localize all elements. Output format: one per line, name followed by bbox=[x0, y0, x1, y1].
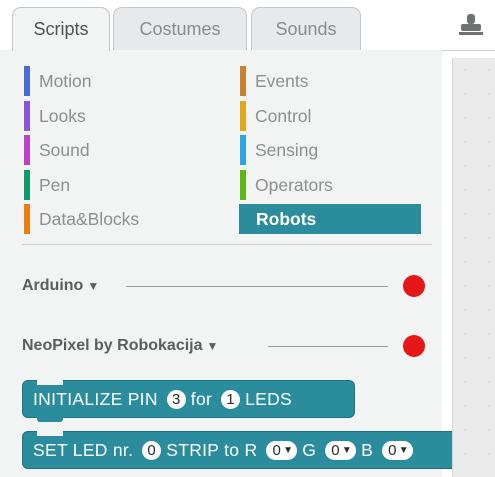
category-label: Data&Blocks bbox=[39, 208, 140, 229]
category-label: Sensing bbox=[255, 139, 319, 160]
block-palette: Motion Looks Sound Pen Data&Blocks Event… bbox=[0, 50, 488, 477]
script-area[interactable] bbox=[452, 58, 495, 477]
block-bump bbox=[37, 417, 63, 422]
green-value: 0 bbox=[331, 441, 340, 459]
category-looks[interactable]: Looks bbox=[24, 101, 86, 131]
led-count-input[interactable]: 1 bbox=[221, 389, 241, 409]
blue-value: 0 bbox=[388, 441, 397, 459]
pin-input[interactable]: 3 bbox=[166, 389, 186, 409]
block-text: B bbox=[361, 439, 374, 460]
block-text: SET LED nr. bbox=[33, 439, 134, 460]
led-number-input[interactable]: 0 bbox=[142, 440, 162, 460]
category-label: Motion bbox=[39, 70, 92, 91]
category-label: Robots bbox=[256, 208, 317, 229]
category-control[interactable]: Control bbox=[240, 101, 311, 131]
block-text: INITIALIZE PIN bbox=[33, 388, 158, 409]
category-robots[interactable]: Robots bbox=[239, 204, 421, 234]
extension-label: NeoPixel by Robokacija bbox=[22, 337, 203, 354]
data-color-swatch bbox=[24, 204, 30, 234]
extension-separator-line bbox=[268, 346, 388, 347]
extension-label: Arduino bbox=[22, 277, 84, 294]
dropdown-arrow-icon: ▼ bbox=[341, 444, 353, 456]
block-text: STRIP to R bbox=[166, 439, 258, 460]
block-notch bbox=[37, 431, 63, 436]
tab-costumes[interactable]: Costumes bbox=[113, 7, 247, 50]
dropdown-arrow-icon: ▼ bbox=[283, 444, 294, 456]
operators-color-swatch bbox=[240, 170, 246, 200]
looks-color-swatch bbox=[24, 101, 30, 131]
sound-color-swatch bbox=[24, 135, 30, 165]
category-label: Sound bbox=[39, 139, 90, 160]
extension-separator-line bbox=[126, 286, 388, 287]
control-color-swatch bbox=[240, 101, 246, 131]
sensing-color-swatch bbox=[240, 135, 246, 165]
stamp-icon[interactable] bbox=[458, 13, 484, 37]
block-notch bbox=[37, 380, 63, 385]
block-text: LEDS bbox=[245, 388, 293, 409]
category-label: Operators bbox=[255, 174, 333, 195]
extension-neopixel-menu[interactable]: NeoPixel by Robokacija ▼ bbox=[22, 333, 218, 359]
category-sound[interactable]: Sound bbox=[24, 135, 90, 165]
category-motion[interactable]: Motion bbox=[24, 66, 92, 96]
category-operators[interactable]: Operators bbox=[240, 170, 333, 200]
pen-color-swatch bbox=[24, 170, 30, 200]
block-text: G bbox=[302, 439, 317, 460]
block-text: for bbox=[190, 388, 213, 409]
motion-color-swatch bbox=[24, 66, 30, 96]
category-label: Looks bbox=[39, 105, 86, 126]
blue-value-dropdown[interactable]: 0 ▼ bbox=[382, 440, 413, 460]
dropdown-arrow-icon: ▼ bbox=[87, 279, 100, 293]
green-value-dropdown[interactable]: 0 ▼ bbox=[325, 440, 357, 460]
dropdown-arrow-icon: ▼ bbox=[206, 339, 219, 353]
category-events[interactable]: Events bbox=[240, 66, 309, 96]
category-label: Events bbox=[255, 70, 309, 91]
category-pen[interactable]: Pen bbox=[24, 170, 70, 200]
red-value: 0 bbox=[272, 441, 282, 459]
category-sensing[interactable]: Sensing bbox=[240, 135, 318, 165]
red-value-dropdown[interactable]: 0 ▼ bbox=[266, 440, 298, 460]
arduino-status-indicator bbox=[403, 275, 425, 297]
category-divider bbox=[22, 244, 432, 245]
events-color-swatch bbox=[240, 66, 246, 96]
category-label: Control bbox=[255, 105, 312, 126]
initialize-pin-block[interactable]: INITIALIZE PIN 3 for 1 LEDS bbox=[22, 380, 355, 422]
neopixel-status-indicator bbox=[403, 335, 425, 357]
dropdown-arrow-icon: ▼ bbox=[398, 444, 409, 456]
extension-arduino-menu[interactable]: Arduino ▼ bbox=[22, 273, 99, 299]
set-led-block[interactable]: SET LED nr. 0 STRIP to R 0 ▼ G 0 ▼ B 0 ▼ bbox=[22, 431, 488, 469]
category-label: Pen bbox=[39, 174, 71, 195]
category-data-blocks[interactable]: Data&Blocks bbox=[24, 204, 139, 234]
tab-sounds[interactable]: Sounds bbox=[251, 7, 361, 50]
tab-scripts[interactable]: Scripts bbox=[12, 7, 110, 51]
